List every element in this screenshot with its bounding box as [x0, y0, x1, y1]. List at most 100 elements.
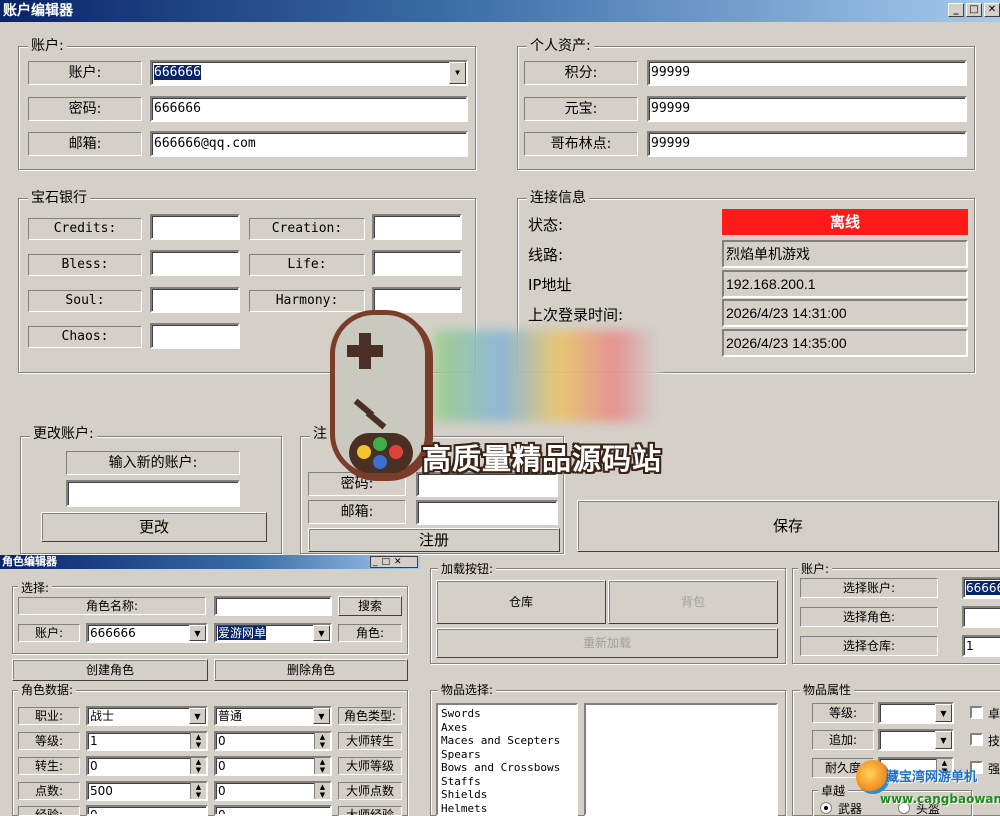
bless-label: Bless:	[28, 254, 142, 276]
reload-button[interactable]: 重新加载	[436, 628, 778, 658]
char-editor-title: 角色编辑器	[2, 555, 57, 568]
list-item[interactable]: Bows and Crossbows	[441, 761, 573, 775]
creation-field[interactable]	[372, 214, 462, 240]
window-titlebar: 账户编辑器	[0, 0, 1000, 22]
reset-value: 0	[90, 759, 98, 773]
exp-value: 0	[90, 808, 98, 816]
checkbox-label: 卓	[988, 707, 1000, 721]
stat-points-value-2: 0	[218, 784, 226, 798]
watermark-text: 高质量精品源码站	[422, 442, 663, 476]
char-editor-titlebar: 角色编辑器	[0, 555, 420, 569]
select-account-field[interactable]: 66666	[962, 577, 1000, 599]
exp-stepper-2[interactable]: 0	[214, 805, 332, 816]
level-stepper[interactable]: 1 ▲ ▼	[86, 731, 208, 751]
item-add-combobox[interactable]: ▼	[878, 729, 954, 751]
warehouse-button[interactable]: 仓库	[436, 580, 606, 624]
create-char-button[interactable]: 创建角色	[12, 659, 208, 681]
new-account-field[interactable]	[66, 480, 240, 507]
change-button[interactable]: 更改	[41, 512, 267, 542]
site-logo-name: 藏宝湾网游单机	[886, 770, 978, 785]
select-account-value: 66666	[966, 581, 1000, 595]
connection-group-label: 连接信息	[527, 190, 589, 206]
item-category-list[interactable]: Swords Axes Maces and Scepters Spears Bo…	[436, 703, 578, 816]
life-field[interactable]	[372, 250, 462, 276]
char-account-combobox[interactable]: 666666 ▼	[86, 623, 208, 643]
spinner-icon[interactable]: ▲ ▼	[190, 758, 206, 774]
goblin-points-field[interactable]: 99999	[647, 131, 967, 157]
master-exp-label: 大师经验	[338, 806, 402, 816]
radio-weapon[interactable]	[820, 802, 832, 814]
spinner-icon[interactable]: ▲ ▼	[314, 733, 330, 749]
list-item[interactable]: Shields	[441, 788, 573, 802]
chaos-field[interactable]	[150, 323, 240, 349]
status-label: 状态:	[528, 216, 564, 234]
soul-field[interactable]	[150, 287, 240, 313]
list-item[interactable]: Spears	[441, 748, 573, 762]
save-button[interactable]: 保存	[577, 500, 999, 552]
chevron-down-icon[interactable]: ▼	[189, 625, 206, 641]
delete-char-button[interactable]: 删除角色	[214, 659, 408, 681]
checkbox-label: 技	[988, 734, 1000, 748]
select-role-label: 选择角色:	[800, 607, 938, 627]
line-value: 烈焰单机游戏	[722, 240, 968, 268]
select-warehouse-label: 选择仓库:	[800, 636, 938, 656]
yuanbao-field[interactable]: 99999	[647, 96, 967, 122]
chevron-down-icon[interactable]: ▼	[935, 731, 952, 749]
job-type-combobox[interactable]: 普通 ▼	[214, 706, 332, 726]
select-warehouse-field[interactable]: 1	[962, 635, 1000, 657]
spinner-icon[interactable]: ▲ ▼	[190, 783, 206, 799]
maximize-button[interactable]: □	[966, 3, 982, 17]
bag-button[interactable]: 背包	[608, 580, 778, 624]
job-combobox[interactable]: 战士 ▼	[86, 706, 208, 726]
spinner-icon[interactable]: ▲ ▼	[190, 733, 206, 749]
server-combobox[interactable]: 爱游网单 ▼	[214, 623, 332, 643]
last-login-label: 上次登录时间:	[528, 306, 624, 324]
chevron-down-icon[interactable]: ▼	[313, 708, 330, 724]
site-logo-url: www.cangbaowan.net	[880, 792, 1000, 806]
register-button[interactable]: 注册	[308, 528, 560, 552]
credits-field[interactable]	[150, 214, 240, 240]
reset-stepper[interactable]: 0 ▲ ▼	[86, 756, 208, 776]
stat-points-stepper-2[interactable]: 0 ▲ ▼	[214, 781, 332, 801]
points-field[interactable]: 99999	[647, 60, 967, 86]
chevron-down-icon[interactable]: ▼	[189, 708, 206, 724]
list-item[interactable]: Staffs	[441, 775, 573, 789]
char-name-field[interactable]	[214, 596, 332, 616]
password-field[interactable]: 666666	[150, 96, 468, 122]
spinner-icon[interactable]: ▲ ▼	[314, 783, 330, 799]
exp-stepper[interactable]: 0	[86, 805, 208, 816]
level-stepper-2[interactable]: 0 ▲ ▼	[214, 731, 332, 751]
spinner-icon[interactable]: ▲ ▼	[314, 758, 330, 774]
item-list[interactable]	[584, 703, 778, 816]
exp-label: 经验:	[18, 806, 80, 816]
reset-stepper-2[interactable]: 0 ▲ ▼	[214, 756, 332, 776]
load-buttons-group-label: 加载按钮:	[438, 561, 497, 577]
checkbox[interactable]	[970, 706, 983, 719]
level-value-2: 0	[218, 734, 226, 748]
chevron-down-icon[interactable]: ▼	[313, 625, 330, 641]
register-group-label: 注	[310, 426, 330, 442]
account-combobox[interactable]: 666666 ▼	[150, 60, 468, 86]
list-item[interactable]: Helmets	[441, 802, 573, 815]
char-editor-window-buttons[interactable]: _□✕	[370, 556, 418, 568]
char-type-label: 角色类型:	[338, 707, 402, 725]
right-account-group-label: 账户:	[798, 561, 833, 577]
stat-points-stepper[interactable]: 500 ▲ ▼	[86, 781, 208, 801]
bless-field[interactable]	[150, 250, 240, 276]
reset-value-2: 0	[218, 759, 226, 773]
chevron-down-icon[interactable]: ▼	[935, 704, 952, 722]
checkbox[interactable]	[970, 733, 983, 746]
list-item[interactable]: Swords	[441, 707, 573, 721]
register-email-field[interactable]	[416, 500, 558, 525]
item-level-combobox[interactable]: ▼	[878, 702, 954, 724]
gamepad-icon	[330, 310, 430, 478]
email-field[interactable]: 666666@qq.com	[150, 131, 468, 157]
close-button[interactable]: ✕	[984, 3, 1000, 17]
excellent-group-label: 卓越	[818, 783, 849, 799]
list-item[interactable]: Axes	[441, 721, 573, 735]
search-button[interactable]: 搜索	[338, 596, 402, 616]
chevron-down-icon[interactable]: ▼	[449, 62, 466, 84]
list-item[interactable]: Maces and Scepters	[441, 734, 573, 748]
minimize-button[interactable]: _	[948, 3, 964, 17]
select-role-field[interactable]	[962, 606, 1000, 628]
